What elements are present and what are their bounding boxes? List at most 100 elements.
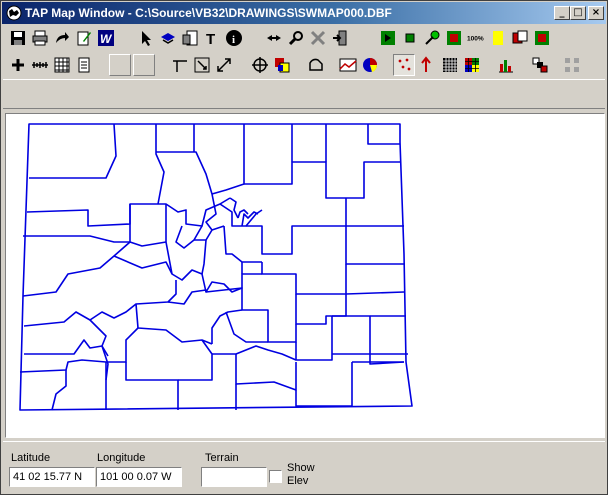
layer-tool-button[interactable] [157, 27, 179, 49]
svg-text:100%: 100% [467, 35, 484, 42]
notes-button[interactable] [73, 54, 95, 76]
save-button[interactable] [7, 27, 29, 49]
black-grid-icon [443, 58, 457, 72]
scatter-dots-icon [398, 58, 411, 71]
toolbar-row-1: W T i 100% [3, 25, 605, 51]
pie-chart-icon [363, 58, 378, 72]
w-tool-button[interactable]: W [95, 27, 117, 49]
histogram-button[interactable] [495, 54, 517, 76]
vector-button[interactable] [415, 54, 437, 76]
zoom-box-button[interactable] [191, 54, 213, 76]
latitude-label: Latitude [11, 452, 51, 464]
maximize-button[interactable]: □ [570, 6, 586, 20]
print-button[interactable] [29, 27, 51, 49]
crosshair-icon [252, 57, 268, 73]
show-elev-label-line2: Elev [287, 475, 309, 487]
database-tool-button[interactable] [179, 27, 201, 49]
polygon-outline-icon [309, 58, 323, 71]
select-pointer-button[interactable] [135, 27, 157, 49]
green-grid-icon [535, 31, 549, 45]
redo-button[interactable] [51, 27, 73, 49]
show-elev-checkbox[interactable] [269, 470, 282, 483]
edit-document-icon [77, 31, 91, 46]
info-icon: i [226, 30, 242, 46]
pan-arrows-icon [267, 35, 281, 41]
plus-icon [12, 59, 24, 71]
add-point-button[interactable] [7, 54, 29, 76]
longitude-field[interactable]: 101 00 0.07 W [96, 467, 182, 487]
zoom-box-icon [194, 57, 210, 73]
exit-button[interactable] [329, 27, 351, 49]
pie-chart-button[interactable] [359, 54, 381, 76]
exit-door-icon [333, 30, 347, 46]
green-pin-icon [425, 30, 440, 45]
terrain-button[interactable] [337, 54, 359, 76]
fill-color-button[interactable] [271, 54, 293, 76]
delete-button[interactable] [307, 27, 329, 49]
toolbar-row-2 [3, 52, 605, 78]
table-grid-icon [54, 57, 70, 73]
legend-button[interactable] [529, 54, 551, 76]
longitude-label: Longitude [97, 452, 146, 464]
info-button[interactable]: i [223, 27, 245, 49]
minimize-button[interactable]: _ [554, 6, 570, 20]
find-tool-button[interactable] [285, 27, 307, 49]
stop-button[interactable] [399, 27, 421, 49]
table-button[interactable] [51, 54, 73, 76]
measure-button[interactable] [29, 54, 51, 76]
w-letter-icon: W [98, 30, 114, 46]
toolbar-row-3 [3, 79, 605, 109]
red-square-icon [447, 31, 461, 45]
ruler-icon [32, 62, 48, 68]
color-squares-icon [275, 58, 290, 73]
floppy-disk-icon [11, 31, 25, 45]
move-button[interactable] [249, 54, 271, 76]
text-t-icon: T [206, 31, 215, 47]
edit-properties-button[interactable] [73, 27, 95, 49]
clear-tool-button[interactable] [443, 27, 465, 49]
blank-button-2[interactable] [133, 54, 155, 76]
green-play-icon [381, 31, 395, 45]
polygon-button[interactable] [305, 54, 327, 76]
highlight-button[interactable] [487, 27, 509, 49]
zoom-100-button[interactable]: 100% [465, 27, 487, 49]
disabled-tool-button[interactable] [561, 54, 583, 76]
blank-button-1[interactable] [109, 54, 131, 76]
title-bar[interactable]: TAP Map Window - C:\Source\VB32\DRAWINGS… [2, 2, 606, 24]
color-grid-icon [465, 58, 479, 72]
notepad-icon [78, 57, 90, 73]
green-square-icon [405, 33, 415, 43]
play-button[interactable] [377, 27, 399, 49]
app-globe-icon [6, 5, 22, 21]
magnifier-icon [288, 31, 303, 46]
terrain-profile-icon [339, 58, 357, 72]
legend-squares-icon [532, 57, 548, 73]
tap-map-window: TAP Map Window - C:\Source\VB32\DRAWINGS… [0, 0, 608, 495]
latitude-field[interactable]: 41 02 15.77 N [9, 467, 95, 487]
terrain-field[interactable] [201, 467, 267, 487]
printer-icon [32, 30, 48, 46]
grid-overlay-button[interactable] [439, 54, 461, 76]
grid-tool-button[interactable] [531, 27, 553, 49]
yellow-marker-icon [493, 31, 503, 45]
bar-chart-icon [499, 60, 513, 73]
scatter-points-button[interactable] [393, 54, 415, 76]
svg-text:i: i [232, 34, 235, 46]
close-button[interactable]: × [588, 6, 604, 20]
status-panel: Latitude 41 02 15.77 N Longitude 101 00 … [3, 441, 605, 493]
point-tool-button[interactable] [421, 27, 443, 49]
resize-button[interactable] [213, 54, 235, 76]
map-canvas[interactable] [5, 113, 605, 438]
corner-line-icon [173, 60, 187, 72]
svg-text:T: T [206, 31, 215, 47]
curved-arrow-icon [56, 32, 69, 43]
pan-tool-button[interactable] [263, 27, 285, 49]
diagonal-arrow-icon [217, 58, 231, 72]
svg-text:W: W [100, 32, 113, 46]
text-tool-button[interactable]: T [201, 27, 223, 49]
red-arrows-icon [421, 56, 431, 72]
color-grid-button[interactable] [461, 54, 483, 76]
copy-layers-icon [512, 30, 528, 44]
line-tool-button[interactable] [169, 54, 191, 76]
copy-layer-button[interactable] [509, 27, 531, 49]
